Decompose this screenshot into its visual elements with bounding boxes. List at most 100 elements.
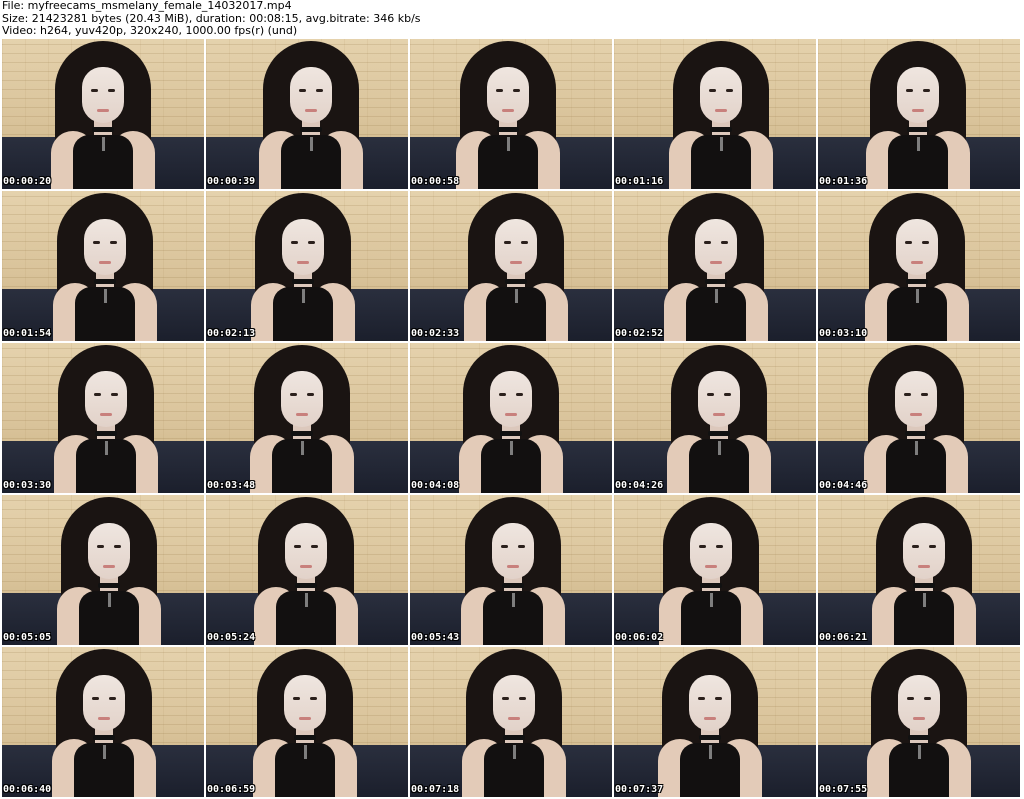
video-thumbnail[interactable]: 00:03:30 <box>2 343 204 493</box>
video-thumbnail[interactable]: 00:00:20 <box>2 39 204 189</box>
lips <box>912 109 924 112</box>
pendant <box>915 289 919 303</box>
eye <box>929 545 936 548</box>
video-thumbnail[interactable]: 00:00:58 <box>410 39 612 189</box>
lips <box>918 565 930 568</box>
video-thumbnail[interactable]: 00:03:48 <box>206 343 408 493</box>
video-thumbnail[interactable]: 00:05:24 <box>206 495 408 645</box>
face <box>690 523 732 579</box>
video-thumbnail[interactable]: 00:07:37 <box>614 647 816 797</box>
eye <box>293 697 300 700</box>
eye <box>922 241 929 244</box>
eye <box>923 89 930 92</box>
eye <box>502 697 509 700</box>
face <box>695 219 737 275</box>
video-thumbnail[interactable]: 00:02:52 <box>614 191 816 341</box>
thumbnail-timestamp: 00:04:26 <box>615 480 664 491</box>
video-thumbnail[interactable]: 00:04:26 <box>614 343 816 493</box>
file-name-line: File: myfreecams_msmelany_female_1403201… <box>2 0 292 12</box>
choker <box>300 127 322 132</box>
thumbnail-timestamp: 00:06:40 <box>3 784 52 795</box>
lips <box>99 261 111 264</box>
eye <box>110 241 117 244</box>
choker <box>291 431 313 436</box>
face <box>490 371 532 427</box>
pendant <box>922 593 926 607</box>
eye <box>513 89 520 92</box>
eye <box>707 393 714 396</box>
face <box>698 371 740 427</box>
thumbnail-timestamp: 00:05:43 <box>411 632 460 643</box>
pendant <box>300 441 304 455</box>
choker <box>710 127 732 132</box>
eye <box>310 697 317 700</box>
pendant <box>514 289 518 303</box>
video-thumbnail[interactable]: 00:01:54 <box>2 191 204 341</box>
lips <box>98 717 110 720</box>
video-thumbnail[interactable]: 00:06:02 <box>614 495 816 645</box>
video-thumbnail[interactable]: 00:06:59 <box>206 647 408 797</box>
eye <box>291 241 298 244</box>
eye <box>521 241 528 244</box>
thumbnail-timestamp: 00:06:02 <box>615 632 664 643</box>
eye <box>709 89 716 92</box>
eye <box>912 545 919 548</box>
pendant <box>917 745 921 759</box>
video-thumbnail[interactable]: 00:03:10 <box>818 191 1020 341</box>
choker <box>913 583 935 588</box>
video-thumbnail[interactable]: 00:01:36 <box>818 39 1020 189</box>
video-thumbnail[interactable]: 00:01:16 <box>614 39 816 189</box>
choker <box>503 735 525 740</box>
face <box>897 67 939 123</box>
pendant <box>511 593 515 607</box>
video-thumbnail[interactable]: 00:00:39 <box>206 39 408 189</box>
thumbnail-timestamp: 00:03:30 <box>3 480 52 491</box>
lips <box>910 413 922 416</box>
thumbnail-timestamp: 00:04:08 <box>411 480 460 491</box>
video-thumbnail[interactable]: 00:04:46 <box>818 343 1020 493</box>
video-thumbnail[interactable]: 00:07:55 <box>818 647 1020 797</box>
face <box>903 523 945 579</box>
video-thumbnail[interactable]: 00:06:40 <box>2 647 204 797</box>
video-thumbnail[interactable]: 00:05:43 <box>410 495 612 645</box>
eye <box>698 697 705 700</box>
choker <box>497 127 519 132</box>
pendant <box>719 137 723 151</box>
video-thumbnail[interactable]: 00:04:08 <box>410 343 612 493</box>
video-thumbnail[interactable]: 00:05:05 <box>2 495 204 645</box>
lips <box>911 261 923 264</box>
lips <box>297 261 309 264</box>
eye <box>316 89 323 92</box>
choker <box>505 279 527 284</box>
eye <box>924 697 931 700</box>
face <box>896 219 938 275</box>
eye <box>721 241 728 244</box>
video-thumbnail[interactable]: 00:02:33 <box>410 191 612 341</box>
thumbnail-timestamp: 00:00:58 <box>411 176 460 187</box>
thumbnail-timestamp: 00:00:20 <box>3 176 52 187</box>
choker <box>500 431 522 436</box>
choker <box>907 127 929 132</box>
video-thumbnail[interactable]: 00:06:21 <box>818 495 1020 645</box>
thumbnail-timestamp: 00:02:52 <box>615 328 664 339</box>
face <box>895 371 937 427</box>
face <box>689 675 731 731</box>
eye <box>699 545 706 548</box>
thumbnail-timestamp: 00:01:16 <box>615 176 664 187</box>
video-thumbnail[interactable]: 00:07:18 <box>410 647 612 797</box>
eye <box>294 545 301 548</box>
thumbnail-timestamp: 00:02:33 <box>411 328 460 339</box>
thumbnail-grid: 00:00:20 00:00:39 00:00:58 00:01:16 00:01:36… <box>2 39 1022 797</box>
pendant <box>512 745 516 759</box>
eye <box>93 241 100 244</box>
video-thumbnail[interactable]: 00:02:13 <box>206 191 408 341</box>
face <box>282 219 324 275</box>
thumbnail-timestamp: 00:05:05 <box>3 632 52 643</box>
eye <box>516 393 523 396</box>
eye <box>97 545 104 548</box>
eye <box>726 89 733 92</box>
thumbnail-timestamp: 00:06:59 <box>207 784 256 795</box>
eye <box>499 393 506 396</box>
choker <box>708 431 730 436</box>
thumbnail-timestamp: 00:01:36 <box>819 176 868 187</box>
